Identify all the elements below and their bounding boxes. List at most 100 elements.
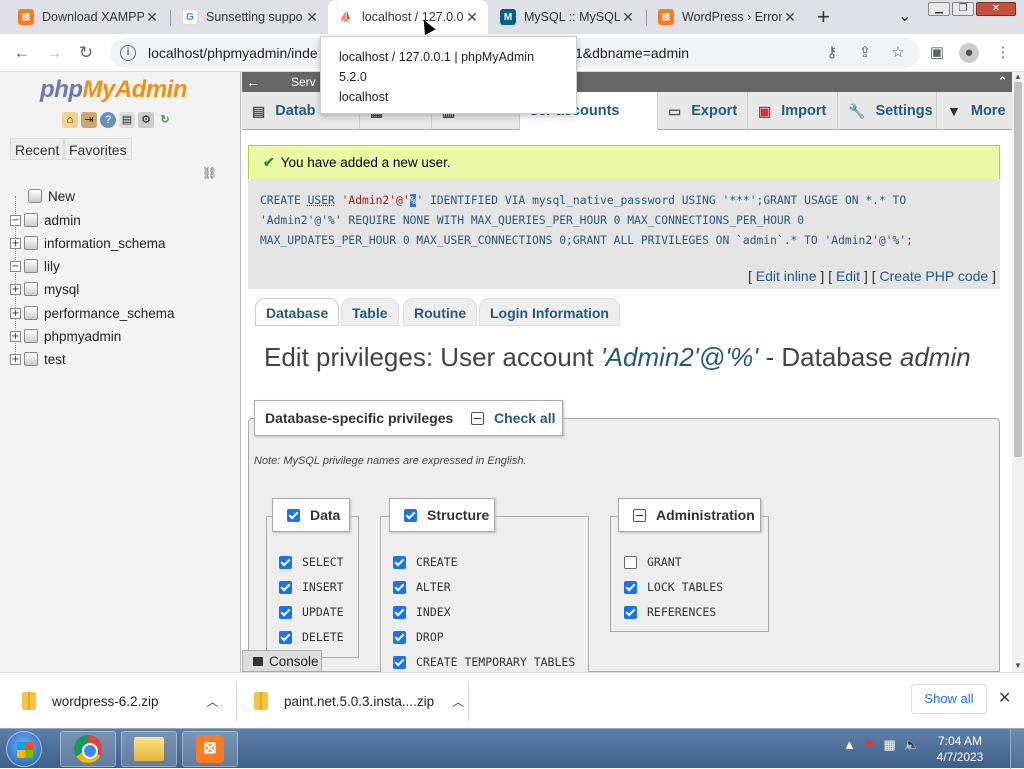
side-panel-icon[interactable]: ▣ [927,43,947,63]
logout-icon[interactable]: ⇥ [81,112,97,128]
maximize-window-button[interactable]: ❐ [952,2,974,16]
sidebar-db-lily[interactable]: − lily [10,256,60,276]
tab-settings[interactable]: 🔧 Settings [838,92,937,130]
subtab-routine[interactable]: Routine [403,298,478,326]
network-icon[interactable]: ▦ [884,737,896,753]
checkbox[interactable] [393,605,406,619]
collapse-icon[interactable]: − [10,260,21,272]
priv-select[interactable]: SELECT [279,555,344,569]
phpmyadmin-logo[interactable]: phpMyAdmin [40,76,187,104]
collapse-top-menu-icon[interactable]: ⌃ [997,72,1008,92]
data-group-legend[interactable]: Data [272,498,350,532]
tab-search-dropdown-icon[interactable]: ⌄ [898,6,911,26]
edit-link[interactable]: Edit [836,268,860,284]
browser-tab-xampp[interactable]: ⊠ Download XAMPP ✕ [8,0,168,34]
priv-create[interactable]: CREATE [393,555,458,569]
taskbar-chrome[interactable] [60,731,116,767]
settings-gear-icon[interactable]: ⚙ [138,112,154,128]
checkbox[interactable] [279,630,292,644]
collapse-navigation-icon[interactable]: ← [246,72,260,92]
sidebar-db-phpmyadmin[interactable]: + phpmyadmin [10,326,121,346]
browser-tab-phpmyadmin[interactable]: ⛵ localhost / 127.0.0 ✕ [328,0,488,34]
new-database-item[interactable]: New [28,186,75,206]
minimize-window-button[interactable]: ▁ [928,2,950,16]
docs-icon[interactable]: ▤ [119,112,135,128]
subtab-login-information[interactable]: Login Information [479,298,620,326]
priv-lock-tables[interactable]: LOCK TABLES [624,580,723,594]
tab-export[interactable]: ▭ Export [658,92,748,130]
browser-menu-icon[interactable]: ⋮ [993,43,1013,63]
collapse-icon[interactable]: − [10,214,21,226]
checkbox[interactable] [279,555,292,569]
share-icon[interactable]: ⇪ [855,43,875,63]
taskbar-clock[interactable]: 7:04 AM 4/7/2023 [930,733,990,765]
expand-icon[interactable]: + [10,330,21,342]
close-tab-icon[interactable]: ✕ [464,9,480,26]
profile-avatar-icon[interactable]: ● [959,43,979,63]
expand-icon[interactable]: + [10,307,21,319]
console-toggle[interactable]: Console [242,650,322,672]
reload-icon[interactable]: ↻ [74,41,98,65]
site-info-icon[interactable]: i [120,45,136,61]
download-item[interactable]: wordpress-6.2.zip ︿ [22,673,219,729]
show-desktop-button[interactable] [1010,729,1024,769]
priv-insert[interactable]: INSERT [279,580,344,594]
priv-delete[interactable]: DELETE [279,630,344,644]
reload-navigation-icon[interactable]: ↻ [157,112,173,128]
forward-arrow-icon[interactable]: → [42,41,66,65]
scroll-down-icon[interactable]: ▼ [1014,661,1022,670]
sidebar-db-performance-schema[interactable]: + performance_schema [10,303,175,323]
administration-group-legend[interactable]: Administration [618,498,761,532]
close-tab-icon[interactable]: ✕ [782,9,798,26]
subtab-table[interactable]: Table [341,298,399,326]
priv-grant[interactable]: GRANT [624,555,682,569]
scroll-up-icon[interactable]: ▲ [1014,72,1022,81]
key-icon[interactable]: ⚷ [822,43,842,63]
taskbar-xampp[interactable]: ⊠ [182,731,238,767]
edit-inline-link[interactable]: Edit inline [756,268,817,284]
checkbox[interactable] [279,580,292,594]
sidebar-db-test[interactable]: + test [10,349,66,369]
checkbox[interactable] [279,605,292,619]
checkbox[interactable] [393,580,406,594]
priv-create-temporary-tables[interactable]: CREATE TEMPORARY TABLES [393,655,575,669]
scrollbar-thumb[interactable] [1014,82,1022,457]
expand-icon[interactable]: + [10,353,21,365]
sidebar-db-admin[interactable]: − admin [10,210,81,230]
tray-expand-icon[interactable]: ▲ [843,737,856,753]
new-tab-button[interactable]: + [817,4,830,30]
sidebar-db-mysql[interactable]: + mysql [10,279,79,299]
expand-icon[interactable]: + [10,237,21,249]
main-scrollbar[interactable]: ▲ ▼ [1012,72,1024,672]
priv-update[interactable]: UPDATE [279,605,344,619]
checkbox[interactable] [624,580,637,594]
back-arrow-icon[interactable]: ← [10,41,34,65]
subtab-database[interactable]: Database [255,298,340,326]
close-tab-icon[interactable]: ✕ [144,9,160,26]
expand-icon[interactable]: + [10,283,21,295]
home-icon[interactable]: ⌂ [62,112,78,128]
checkbox[interactable] [624,555,637,569]
browser-tab-mysql[interactable]: M MySQL :: MySQL 8 ✕ [490,0,644,34]
action-center-icon[interactable]: ⚑ [864,737,876,753]
chevron-up-icon[interactable]: ︿ [207,693,219,710]
close-downloads-bar-icon[interactable]: ✕ [998,688,1011,708]
volume-icon[interactable]: 🔈 [904,737,920,753]
checkbox[interactable] [393,555,406,569]
priv-index[interactable]: INDEX [393,605,451,619]
start-button[interactable] [6,731,42,767]
checkbox[interactable] [624,605,637,619]
close-window-button[interactable]: ✕ [976,2,1016,16]
close-tab-icon[interactable]: ✕ [304,9,320,26]
check-all-toggle[interactable]: Check all [471,410,555,426]
favorites-tab[interactable]: Favorites [64,138,132,160]
browser-tab-google[interactable]: G Sunsetting suppo ✕ [172,0,328,34]
priv-alter[interactable]: ALTER [393,580,451,594]
tab-import[interactable]: ▣ Import [748,92,838,130]
browser-tab-wordpress[interactable]: ⊠ WordPress › Error ✕ [648,0,806,34]
close-tab-icon[interactable]: ✕ [620,9,636,26]
recent-tab[interactable]: Recent [10,138,65,160]
structure-group-checkbox[interactable] [404,508,417,522]
priv-references[interactable]: REFERENCES [624,605,716,619]
show-all-downloads-button[interactable]: Show all [911,684,987,714]
